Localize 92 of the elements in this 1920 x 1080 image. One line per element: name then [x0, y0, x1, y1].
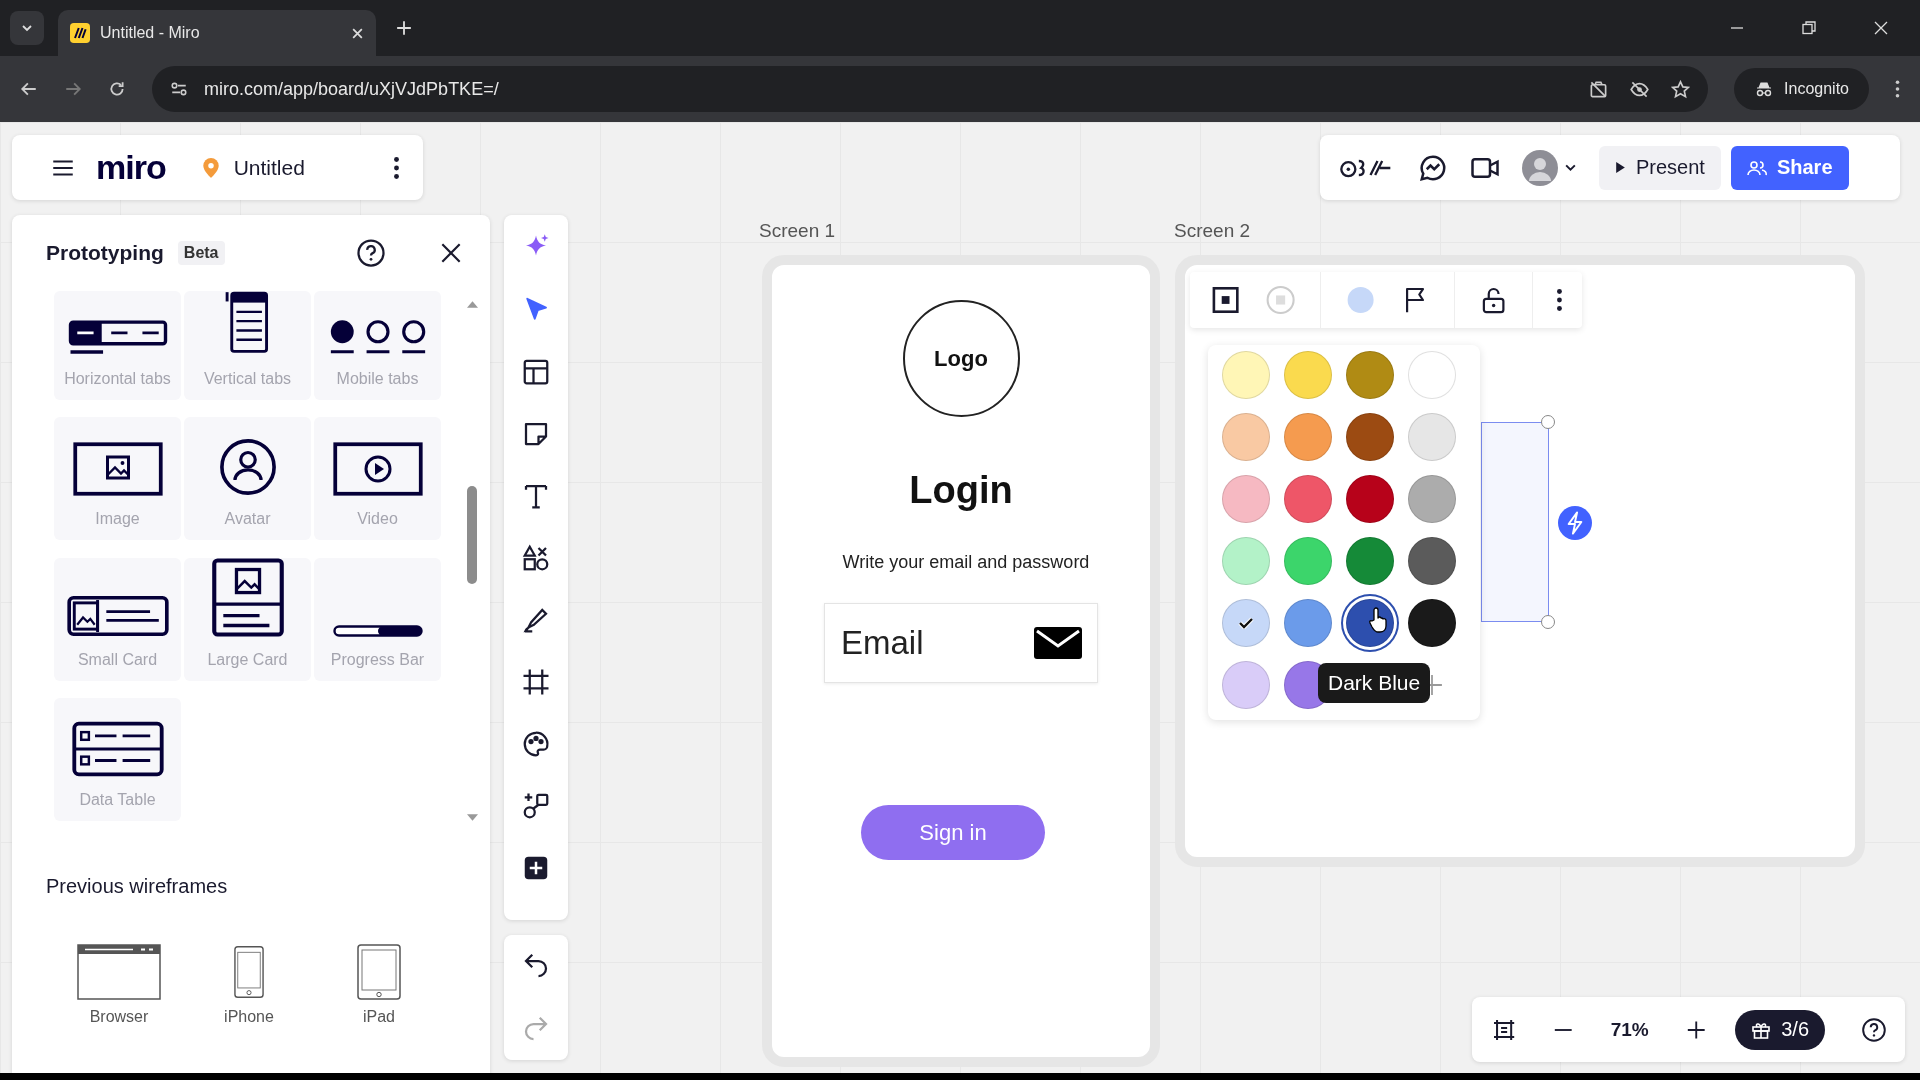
color-swatch[interactable]	[1222, 661, 1270, 709]
camera-off-icon[interactable]	[1589, 79, 1609, 99]
color-swatch[interactable]	[1346, 413, 1394, 461]
tablet-icon	[357, 944, 401, 1000]
color-swatch[interactable]	[1222, 599, 1270, 647]
present-button[interactable]: Present	[1599, 145, 1721, 190]
small-card-icon	[66, 594, 169, 637]
browser-window-icon	[77, 944, 161, 1000]
color-swatch[interactable]	[1284, 599, 1332, 647]
phone-icon	[234, 944, 264, 1000]
selected-shape[interactable]	[1481, 422, 1549, 622]
color-swatch[interactable]	[1284, 475, 1332, 523]
more-icon[interactable]	[394, 156, 399, 179]
color-swatch[interactable]	[1408, 475, 1456, 523]
people-icon	[1746, 159, 1767, 176]
scroll-up-icon[interactable]	[466, 301, 478, 308]
large-card-icon	[210, 557, 285, 637]
panel-title: Prototyping	[46, 241, 164, 265]
section-title: Previous wireframes	[46, 875, 229, 898]
eye-off-icon[interactable]	[1630, 79, 1650, 99]
more-icon[interactable]	[1557, 289, 1562, 311]
checkmark-icon	[1238, 617, 1254, 629]
color-swatch[interactable]	[1346, 537, 1394, 585]
color-tooltip: Dark Blue	[1318, 663, 1431, 703]
help-icon[interactable]	[356, 238, 386, 268]
avatar-icon	[1522, 149, 1558, 186]
email-field[interactable]: Email	[824, 603, 1098, 683]
progress-bar-icon	[331, 624, 424, 637]
frame-icon[interactable]	[521, 667, 551, 697]
location-pin-icon	[201, 156, 220, 179]
color-swatch[interactable]	[1346, 475, 1394, 523]
forward-icon[interactable]	[64, 80, 82, 98]
video-icon	[331, 442, 424, 497]
browser-menu-icon[interactable]	[1895, 80, 1900, 98]
avatar-icon	[218, 438, 277, 497]
color-swatch[interactable]	[1284, 413, 1332, 461]
lightning-icon[interactable]	[1558, 506, 1592, 540]
close-icon[interactable]	[1874, 21, 1888, 35]
color-swatch[interactable]	[1222, 537, 1270, 585]
new-tab-icon[interactable]	[396, 20, 412, 36]
color-swatch[interactable]	[1408, 351, 1456, 399]
board-name[interactable]: Untitled	[233, 155, 374, 180]
site-info-icon[interactable]	[170, 80, 188, 98]
border-style-icon[interactable]	[1210, 284, 1242, 316]
color-swatch[interactable]	[1222, 351, 1270, 399]
caret-icon	[21, 22, 33, 34]
logo-text: Logo	[934, 345, 988, 372]
tab-list-button[interactable]	[10, 11, 44, 45]
color-swatch[interactable]	[1284, 351, 1332, 399]
color-swatch[interactable]	[1408, 599, 1456, 647]
play-icon	[1615, 161, 1626, 174]
address-bar[interactable]: miro.com/app/board/uXjVJdPbTKE=/	[152, 66, 1709, 112]
color-swatch[interactable]	[1284, 537, 1332, 585]
screen-subtitle: Write your email and password	[842, 552, 1090, 573]
fill-color-icon[interactable]	[1345, 284, 1377, 316]
color-swatch[interactable]	[1222, 413, 1270, 461]
image-icon	[71, 442, 164, 497]
url-text: miro.com/app/board/uXjVJdPbTKE=/	[204, 78, 499, 100]
layout-icon[interactable]	[521, 357, 551, 387]
restore-icon[interactable]	[1802, 21, 1816, 35]
back-icon[interactable]	[20, 80, 38, 98]
sign-in-button[interactable]: Sign in	[861, 805, 1045, 860]
frame-title[interactable]: Screen 2	[1174, 220, 1251, 242]
screen-heading: Login	[909, 469, 1013, 512]
envelope-icon	[1034, 626, 1082, 660]
wireframe-item[interactable]: iPad	[314, 944, 444, 1026]
shapes-icon[interactable]	[521, 543, 551, 573]
color-swatch[interactable]	[1408, 413, 1456, 461]
scroll-down-icon[interactable]	[466, 814, 478, 821]
color-swatch[interactable]	[1346, 351, 1394, 399]
diagram-icon[interactable]	[521, 791, 551, 821]
miro-logo[interactable]: miro	[96, 148, 166, 187]
beta-badge: Beta	[177, 241, 225, 265]
color-swatch[interactable]	[1222, 475, 1270, 523]
share-button[interactable]: Share	[1730, 145, 1849, 190]
scrollbar-thumb[interactable]	[467, 486, 477, 584]
browser-tab[interactable]: Untitled - Miro	[58, 10, 376, 56]
star-icon[interactable]	[1671, 79, 1691, 99]
reload-icon[interactable]	[108, 80, 126, 98]
color-swatch[interactable]	[1408, 537, 1456, 585]
wireframe-item[interactable]: Browser	[54, 944, 184, 1026]
miro-favicon-icon	[70, 23, 90, 43]
incognito-badge[interactable]: Incognito	[1734, 68, 1869, 110]
user-menu[interactable]	[1522, 149, 1577, 186]
palette-icon[interactable]	[521, 729, 551, 759]
gift-counter-button[interactable]: 3/6	[1735, 1009, 1826, 1050]
hand-cursor-icon	[1368, 607, 1388, 633]
frame-title[interactable]: Screen 1	[759, 220, 836, 242]
data-table-icon	[71, 720, 164, 777]
close-icon[interactable]	[351, 26, 364, 40]
wireframe-item[interactable]: iPhone	[184, 944, 314, 1026]
zoom-level[interactable]: 71%	[1610, 1018, 1649, 1041]
